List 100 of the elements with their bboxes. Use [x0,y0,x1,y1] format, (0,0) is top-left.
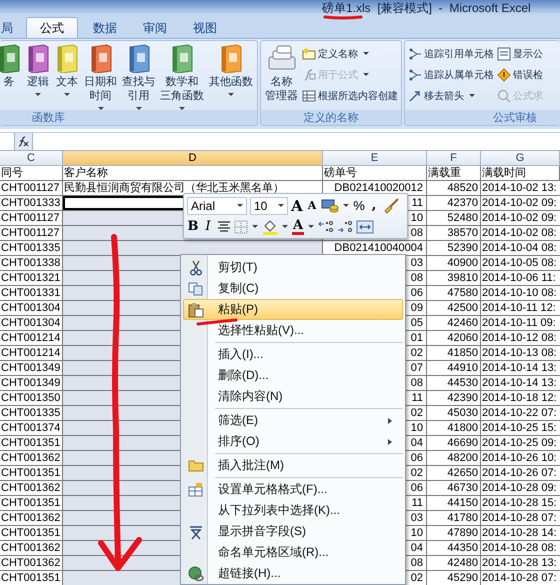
table-cell: 42390 [427,391,481,406]
table-cell: 44910 [427,361,481,376]
column-header[interactable]: G [481,151,560,166]
group-label: 函数库 [32,110,65,125]
formula-field[interactable] [32,133,560,150]
label-icon [302,46,316,60]
ribbon-button[interactable]: 务 [0,43,23,110]
caret-icon [282,225,288,228]
ribbon-button[interactable]: 根据所选内容创建 [302,86,398,105]
ribbon-button[interactable]: 文本 [53,43,81,110]
column-header[interactable]: F [427,151,481,166]
function-icon [17,136,29,147]
group-label: 定义的名称 [304,110,358,125]
window-title: 磅单1.xls [兼容模式] - Microsoft Excel [322,0,531,14]
table-cell: 42370 [427,196,481,211]
ribbon-button[interactable]: 显示公 [497,44,543,63]
table-cell: 2014-10-28 07: [481,511,560,526]
table-cell: 41800 [427,421,481,436]
borders-icon [234,220,248,234]
table-cell: 42480 [427,556,481,571]
percent-button[interactable]: % [353,198,365,213]
brush-icon [383,198,399,214]
font-field[interactable]: Arial [187,196,247,214]
table-cell: 2014-10-28 15: [481,496,560,511]
size-field[interactable]: 10 [250,196,288,214]
italic-button[interactable]: I [202,219,214,234]
table-cell: 2014-10-11 12: [481,301,560,316]
ribbon-button[interactable]: 名称 管理器 [263,43,300,110]
table-cell: 46690 [427,436,481,451]
align-center-icon [217,220,231,232]
table-cell: 2014-10-02 09: [481,211,560,226]
column-header[interactable]: C [0,151,63,166]
magnifier-icon [497,88,511,102]
table-cell: 2014-10-02 09: [481,196,560,211]
ribbon-button[interactable]: 其他函数 [207,43,255,110]
table-cell: 2014-10-28 08: [481,541,560,556]
table-cell: 2014-10-22 07: [481,406,560,421]
column-header[interactable]: D [63,151,323,166]
copy-icon [188,282,204,296]
table-icon [302,88,316,102]
book-icon [170,43,194,73]
comma-button[interactable]: , [368,198,380,213]
ribbon-button[interactable]: 追踪从属单元格 [408,65,494,84]
merge-cells-icon [356,220,374,234]
table-cell: 2014-10-26 07: [481,466,560,481]
table-cell: 2014-10-25 15: [481,421,560,436]
ribbon-button[interactable]: 追踪引用单元格 [408,44,494,63]
book-icon [26,43,50,73]
table-cell: 52480 [427,211,481,226]
table-cell: 2014-10-05 08: [481,256,560,271]
table-cell: 38570 [427,226,481,241]
table-cell: 44150 [427,496,481,511]
table-cell: 42060 [427,331,481,346]
annotation-underline [196,318,238,326]
table-cell: 42500 [427,301,481,316]
ribbon-tab[interactable]: 数据 [82,17,128,38]
table-cell: 40900 [427,256,481,271]
menu-item[interactable]: 粘贴(P) [183,299,403,320]
table-cell: 42650 [427,466,481,481]
grow-font-button[interactable]: A [291,196,303,214]
fill-bucket-icon [262,218,278,234]
globe-icon [188,566,204,582]
table-cell: 2014-10-13 08: [481,346,560,361]
ribbon-button[interactable]: 移去箭头 [408,86,494,105]
bold-button[interactable]: B [187,219,199,234]
table-cell: 2014-10-18 12: [481,391,560,406]
table-cell: 41780 [427,511,481,526]
trace-arrow-icon [408,46,422,60]
table-cell: 满载重 [427,166,481,181]
ribbon-button[interactable]: 定义名称 [302,44,398,63]
table-cell: 2014-10-12 08: [481,331,560,346]
table-cell: 客户名称 [63,166,323,181]
caret-icon [252,225,258,228]
trace-arrow-icon [408,68,422,82]
table-cell: 2014-10-26 10: [481,451,560,466]
ribbon-tab[interactable]: 审阅 [132,17,178,38]
table-cell: 满载时间 [481,166,560,181]
table-cell: 2014-10-11 09: [481,316,560,331]
table-cell: 41850 [427,346,481,361]
ribbon-tab[interactable]: 视图 [182,17,228,38]
sheet-icon [497,46,511,60]
caret-icon [278,204,284,207]
table-cell: 48520 [427,181,481,196]
table-cell: 磅单号 [323,166,427,181]
book-icon [219,43,243,73]
ribbon-button[interactable]: 错误检 [497,65,543,84]
table-cell: 2014-10-28 14: [481,526,560,541]
ribbon-button[interactable]: 逻辑 [24,43,52,110]
arrow-icon [408,88,422,102]
ribbon-tab[interactable]: 局 [0,17,22,38]
column-header[interactable]: E [323,151,427,166]
table-cell: 同号 [0,166,63,181]
shrink-font-button[interactable]: A [306,199,318,212]
book-icon [0,43,21,73]
coins-icon [321,198,339,214]
scissors-icon [189,260,203,276]
font-color-button[interactable]: A [292,218,304,234]
table-cell: 2014-10-02 13: [481,181,560,196]
ribbon-tab[interactable]: 公式 [26,17,78,38]
group-label: 公式审核 [493,110,537,125]
